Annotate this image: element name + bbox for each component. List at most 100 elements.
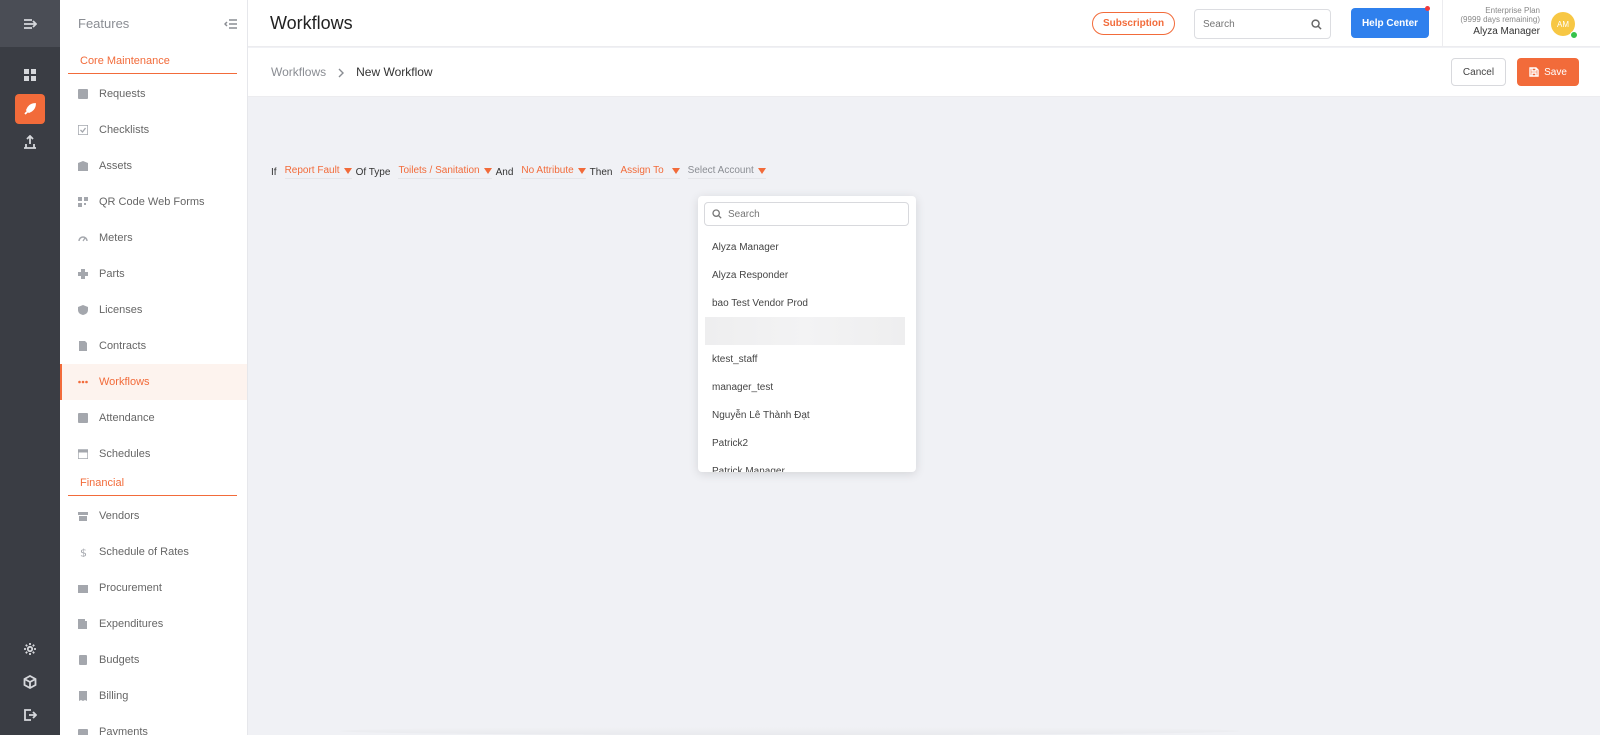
wallet-icon (78, 619, 88, 629)
sidebar-item-budgets[interactable]: Budgets (60, 642, 247, 678)
calendar-icon (78, 449, 88, 459)
billing-icon (78, 691, 88, 701)
calculator-icon (78, 655, 88, 665)
account-dropdown-menu: Alyza Manager Alyza Responder bao Test V… (698, 196, 916, 472)
search-icon (712, 209, 722, 219)
icon-rail (0, 0, 60, 735)
caret-down-icon (671, 167, 680, 174)
action-value: Assign To (620, 165, 664, 176)
account-dropdown[interactable]: Select Account (687, 165, 766, 179)
sidebar-item-assets[interactable]: Assets (60, 148, 247, 184)
section-financial: Financial (68, 477, 237, 496)
action-dropdown[interactable]: Assign To (620, 165, 680, 179)
dollar-icon: $ (78, 547, 88, 557)
sidebar-item-workflows[interactable]: Workflows (60, 364, 247, 400)
sidebar-item-label: Procurement (99, 582, 162, 594)
reports-button[interactable] (15, 127, 45, 157)
packages-button[interactable] (15, 667, 45, 697)
sidebar-item-vendors[interactable]: Vendors (60, 498, 247, 534)
account-options-list: Alyza Manager Alyza Responder bao Test V… (698, 233, 916, 472)
upload-chart-icon (24, 135, 36, 149)
account-option[interactable]: Nguyễn Lê Thành Đạt (698, 401, 916, 429)
workflow-rule: If Report Fault Of Type Toilets / Sanita… (271, 165, 770, 179)
global-search-input[interactable] (1203, 18, 1311, 30)
account-search[interactable] (704, 202, 909, 226)
event-dropdown[interactable]: Report Fault (284, 165, 352, 179)
rule-keyword-if: If (271, 166, 277, 178)
page-title: Workflows (270, 13, 353, 33)
account-option[interactable]: Patrick Manager (698, 457, 916, 473)
account-option[interactable]: ktest_staff (698, 345, 916, 373)
sidebar-item-label: Vendors (99, 510, 140, 522)
sidebar-item-label: Licenses (99, 304, 143, 316)
sidebar-item-licenses[interactable]: Licenses (60, 292, 247, 328)
plan-days-remaining: (9999 days remaining) (1460, 15, 1540, 24)
sidebar-item-label: Assets (99, 160, 133, 172)
sidebar-item-schedule-of-rates[interactable]: $ Schedule of Rates (60, 534, 247, 570)
global-search[interactable] (1194, 9, 1331, 39)
search-icon[interactable] (1311, 18, 1322, 30)
sidebar-item-label: Contracts (99, 340, 147, 352)
top-header: Workflows Subscription Help Center Enter… (248, 0, 1600, 47)
chevron-right-icon (336, 67, 346, 78)
qr-code-icon (78, 197, 88, 207)
account-option[interactable]: manager_test (698, 373, 916, 401)
event-value: Report Fault (284, 165, 340, 176)
account-search-input[interactable] (728, 208, 901, 220)
features-button[interactable] (15, 94, 45, 124)
sidebar-title: Features (78, 16, 130, 31)
checklist-icon (78, 125, 88, 135)
help-center-button[interactable]: Help Center (1351, 8, 1429, 38)
breadcrumb-bar: Workflows New Workflow Cancel Save (248, 48, 1600, 97)
dashboard-button[interactable] (15, 60, 45, 90)
sidebar-item-billing[interactable]: Billing (60, 678, 247, 714)
sidebar-item-label: Schedules (99, 448, 151, 460)
sidebar-item-contracts[interactable]: Contracts (60, 328, 247, 364)
save-button[interactable]: Save (1517, 58, 1579, 86)
breadcrumb-parent-link[interactable]: Workflows (271, 65, 326, 79)
account-option-redacted[interactable] (705, 317, 905, 345)
workflow-icon (78, 377, 88, 387)
plan-info[interactable]: Enterprise Plan (9999 days remaining) Al… (1460, 6, 1540, 37)
account-placeholder: Select Account (687, 165, 754, 176)
procurement-icon (78, 583, 88, 593)
account-option[interactable]: bao Test Vendor Prod (698, 289, 916, 317)
sidebar-item-label: Schedule of Rates (99, 546, 189, 558)
cancel-button[interactable]: Cancel (1451, 58, 1506, 86)
breadcrumb: Workflows New Workflow (271, 65, 433, 79)
sidebar-item-attendance[interactable]: Attendance (60, 400, 247, 436)
subscription-button[interactable]: Subscription (1092, 12, 1175, 35)
rule-keyword-then: Then (589, 166, 613, 178)
rule-keyword-of-type: Of Type (355, 166, 391, 178)
logout-button[interactable] (15, 700, 45, 730)
expand-menu-button[interactable] (0, 0, 60, 47)
save-button-label: Save (1544, 66, 1567, 78)
account-option[interactable]: Patrick2 (698, 429, 916, 457)
sidebar-item-parts[interactable]: Parts (60, 256, 247, 292)
caret-down-icon (577, 167, 586, 174)
collapse-sidebar-button[interactable] (223, 16, 239, 32)
sidebar-item-expenditures[interactable]: Expenditures (60, 606, 247, 642)
shield-icon (78, 305, 88, 315)
store-icon (78, 511, 88, 521)
plan-name: Enterprise Plan (1485, 6, 1540, 15)
sidebar-item-checklists[interactable]: Checklists (60, 112, 247, 148)
sidebar-item-meters[interactable]: Meters (60, 220, 247, 256)
sidebar-item-payments[interactable]: Payments (60, 714, 247, 735)
meter-icon (78, 233, 88, 243)
sidebar-item-schedules[interactable]: Schedules (60, 436, 247, 472)
attribute-dropdown[interactable]: No Attribute (521, 165, 586, 179)
svg-text:$: $ (80, 547, 87, 557)
account-option[interactable]: Alyza Responder (698, 261, 916, 289)
collapse-icon (224, 18, 237, 29)
account-option[interactable]: Alyza Manager (698, 233, 916, 261)
settings-button[interactable] (15, 634, 45, 664)
sidebar-item-requests[interactable]: Requests (60, 76, 247, 112)
sidebar-item-procurement[interactable]: Procurement (60, 570, 247, 606)
sidebar-item-label: Payments (99, 726, 148, 735)
type-dropdown[interactable]: Toilets / Sanitation (398, 165, 492, 179)
features-sidebar: Features Core Maintenance Requests Check… (60, 0, 248, 735)
sidebar-item-label: Attendance (99, 412, 155, 424)
caret-down-icon (483, 167, 492, 174)
sidebar-item-qr-code-web-forms[interactable]: QR Code Web Forms (60, 184, 247, 220)
